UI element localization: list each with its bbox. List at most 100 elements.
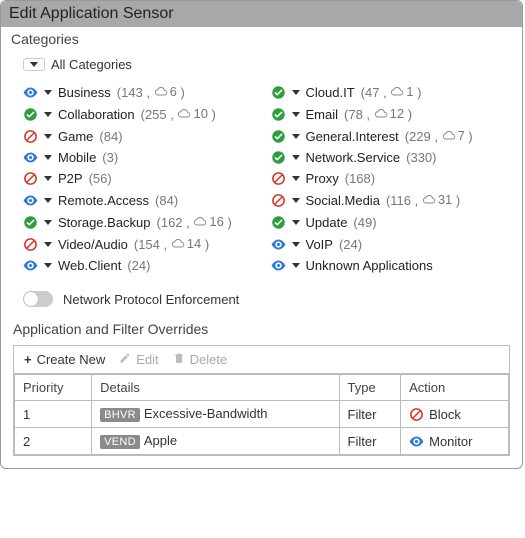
category-name[interactable]: Mobile (58, 150, 96, 165)
chevron-down-icon[interactable] (292, 90, 300, 95)
chevron-down-icon[interactable] (44, 90, 52, 95)
allow-icon[interactable] (271, 85, 286, 100)
category-row: Update (49) (271, 214, 509, 230)
chevron-down-icon[interactable] (292, 134, 300, 139)
cell-action: Monitor (401, 428, 509, 455)
allow-icon[interactable] (271, 107, 286, 122)
chevron-down-icon[interactable] (292, 155, 300, 160)
cell-priority: 2 (15, 428, 92, 455)
category-name[interactable]: Web.Client (58, 258, 121, 273)
category-row: Business (143 , 6 ) (23, 84, 261, 100)
category-name[interactable]: Proxy (306, 171, 339, 186)
category-count: (154 , 14 ) (134, 236, 209, 252)
category-row: Unknown Applications (271, 258, 509, 273)
category-name[interactable]: Update (306, 215, 348, 230)
chevron-down-icon[interactable] (44, 198, 52, 203)
table-row[interactable]: 1BHVRExcessive-BandwidthFilterBlock (15, 401, 509, 428)
category-row: Video/Audio (154 , 14 ) (23, 236, 261, 252)
category-row: General.Interest (229 , 7 ) (271, 128, 509, 144)
cell-type: Filter (339, 401, 401, 428)
chevron-down-icon[interactable] (292, 112, 300, 117)
allow-icon[interactable] (271, 150, 286, 165)
category-name[interactable]: General.Interest (306, 129, 399, 144)
block-icon[interactable] (23, 129, 38, 144)
allow-icon[interactable] (271, 129, 286, 144)
col-details: Details (92, 375, 339, 401)
chevron-down-icon[interactable] (292, 242, 300, 247)
category-count: (255 , 10 ) (141, 106, 216, 122)
categories-heading: Categories (1, 27, 522, 53)
allow-icon[interactable] (271, 215, 286, 230)
chevron-down-icon[interactable] (292, 220, 300, 225)
category-row: VoIP (24) (271, 236, 509, 252)
plus-icon: + (24, 352, 32, 367)
chevron-down-icon[interactable] (44, 263, 52, 268)
allow-icon[interactable] (23, 107, 38, 122)
category-name[interactable]: VoIP (306, 237, 333, 252)
category-count: (49) (353, 215, 376, 230)
chevron-down-icon[interactable] (44, 134, 52, 139)
category-row: Storage.Backup (162 , 16 ) (23, 214, 261, 230)
chevron-down-icon[interactable] (44, 176, 52, 181)
network-protocol-enforcement-label: Network Protocol Enforcement (63, 292, 239, 307)
monitor-icon[interactable] (271, 258, 286, 273)
category-name[interactable]: Email (306, 107, 339, 122)
category-row: Collaboration (255 , 10 ) (23, 106, 261, 122)
category-count: (229 , 7 ) (405, 128, 473, 144)
chevron-down-icon[interactable] (44, 220, 52, 225)
cell-action: Block (401, 401, 509, 428)
category-name[interactable]: Business (58, 85, 111, 100)
toggle-knob (24, 292, 38, 306)
cloud-icon: 14 (171, 236, 201, 251)
block-icon[interactable] (23, 237, 38, 252)
block-icon[interactable] (23, 171, 38, 186)
cell-priority: 1 (15, 401, 92, 428)
cloud-icon: 10 (177, 106, 207, 121)
edit-label: Edit (136, 352, 158, 367)
chevron-down-icon[interactable] (292, 198, 300, 203)
monitor-icon[interactable] (23, 193, 38, 208)
category-name[interactable]: P2P (58, 171, 83, 186)
network-protocol-enforcement-toggle[interactable] (23, 291, 53, 307)
block-icon (409, 407, 424, 422)
category-name[interactable]: Game (58, 129, 93, 144)
category-count: (24) (339, 237, 362, 252)
delete-button[interactable]: Delete (173, 352, 228, 367)
chevron-down-icon[interactable] (44, 112, 52, 117)
chevron-down-icon[interactable] (292, 263, 300, 268)
all-categories-dropdown[interactable] (23, 58, 45, 71)
category-name[interactable]: Video/Audio (58, 237, 128, 252)
monitor-icon[interactable] (271, 237, 286, 252)
edit-button[interactable]: Edit (119, 352, 158, 367)
category-name[interactable]: Cloud.IT (306, 85, 355, 100)
category-row: P2P (56) (23, 171, 261, 186)
chevron-down-icon[interactable] (44, 155, 52, 160)
create-new-button[interactable]: + Create New (24, 352, 105, 367)
category-count: (162 , 16 ) (157, 214, 232, 230)
pencil-icon (119, 352, 131, 367)
category-name[interactable]: Network.Service (306, 150, 401, 165)
monitor-icon[interactable] (23, 85, 38, 100)
table-row[interactable]: 2VENDAppleFilterMonitor (15, 428, 509, 455)
cloud-icon: 1 (390, 84, 413, 99)
category-name[interactable]: Social.Media (306, 193, 380, 208)
cell-type: Filter (339, 428, 401, 455)
category-name[interactable]: Remote.Access (58, 193, 149, 208)
chevron-down-icon[interactable] (292, 176, 300, 181)
monitor-icon[interactable] (23, 150, 38, 165)
category-name[interactable]: Collaboration (58, 107, 135, 122)
block-icon[interactable] (271, 193, 286, 208)
block-icon[interactable] (271, 171, 286, 186)
detail-tag: BHVR (100, 408, 140, 422)
chevron-down-icon (30, 62, 38, 67)
category-name[interactable]: Storage.Backup (58, 215, 151, 230)
detail-tag: VEND (100, 435, 140, 449)
page-title: Edit Application Sensor (1, 1, 522, 27)
category-count: (24) (127, 258, 150, 273)
allow-icon[interactable] (23, 215, 38, 230)
category-name[interactable]: Unknown Applications (306, 258, 433, 273)
chevron-down-icon[interactable] (44, 242, 52, 247)
category-row: Game (84) (23, 128, 261, 144)
monitor-icon[interactable] (23, 258, 38, 273)
category-count: (3) (102, 150, 118, 165)
